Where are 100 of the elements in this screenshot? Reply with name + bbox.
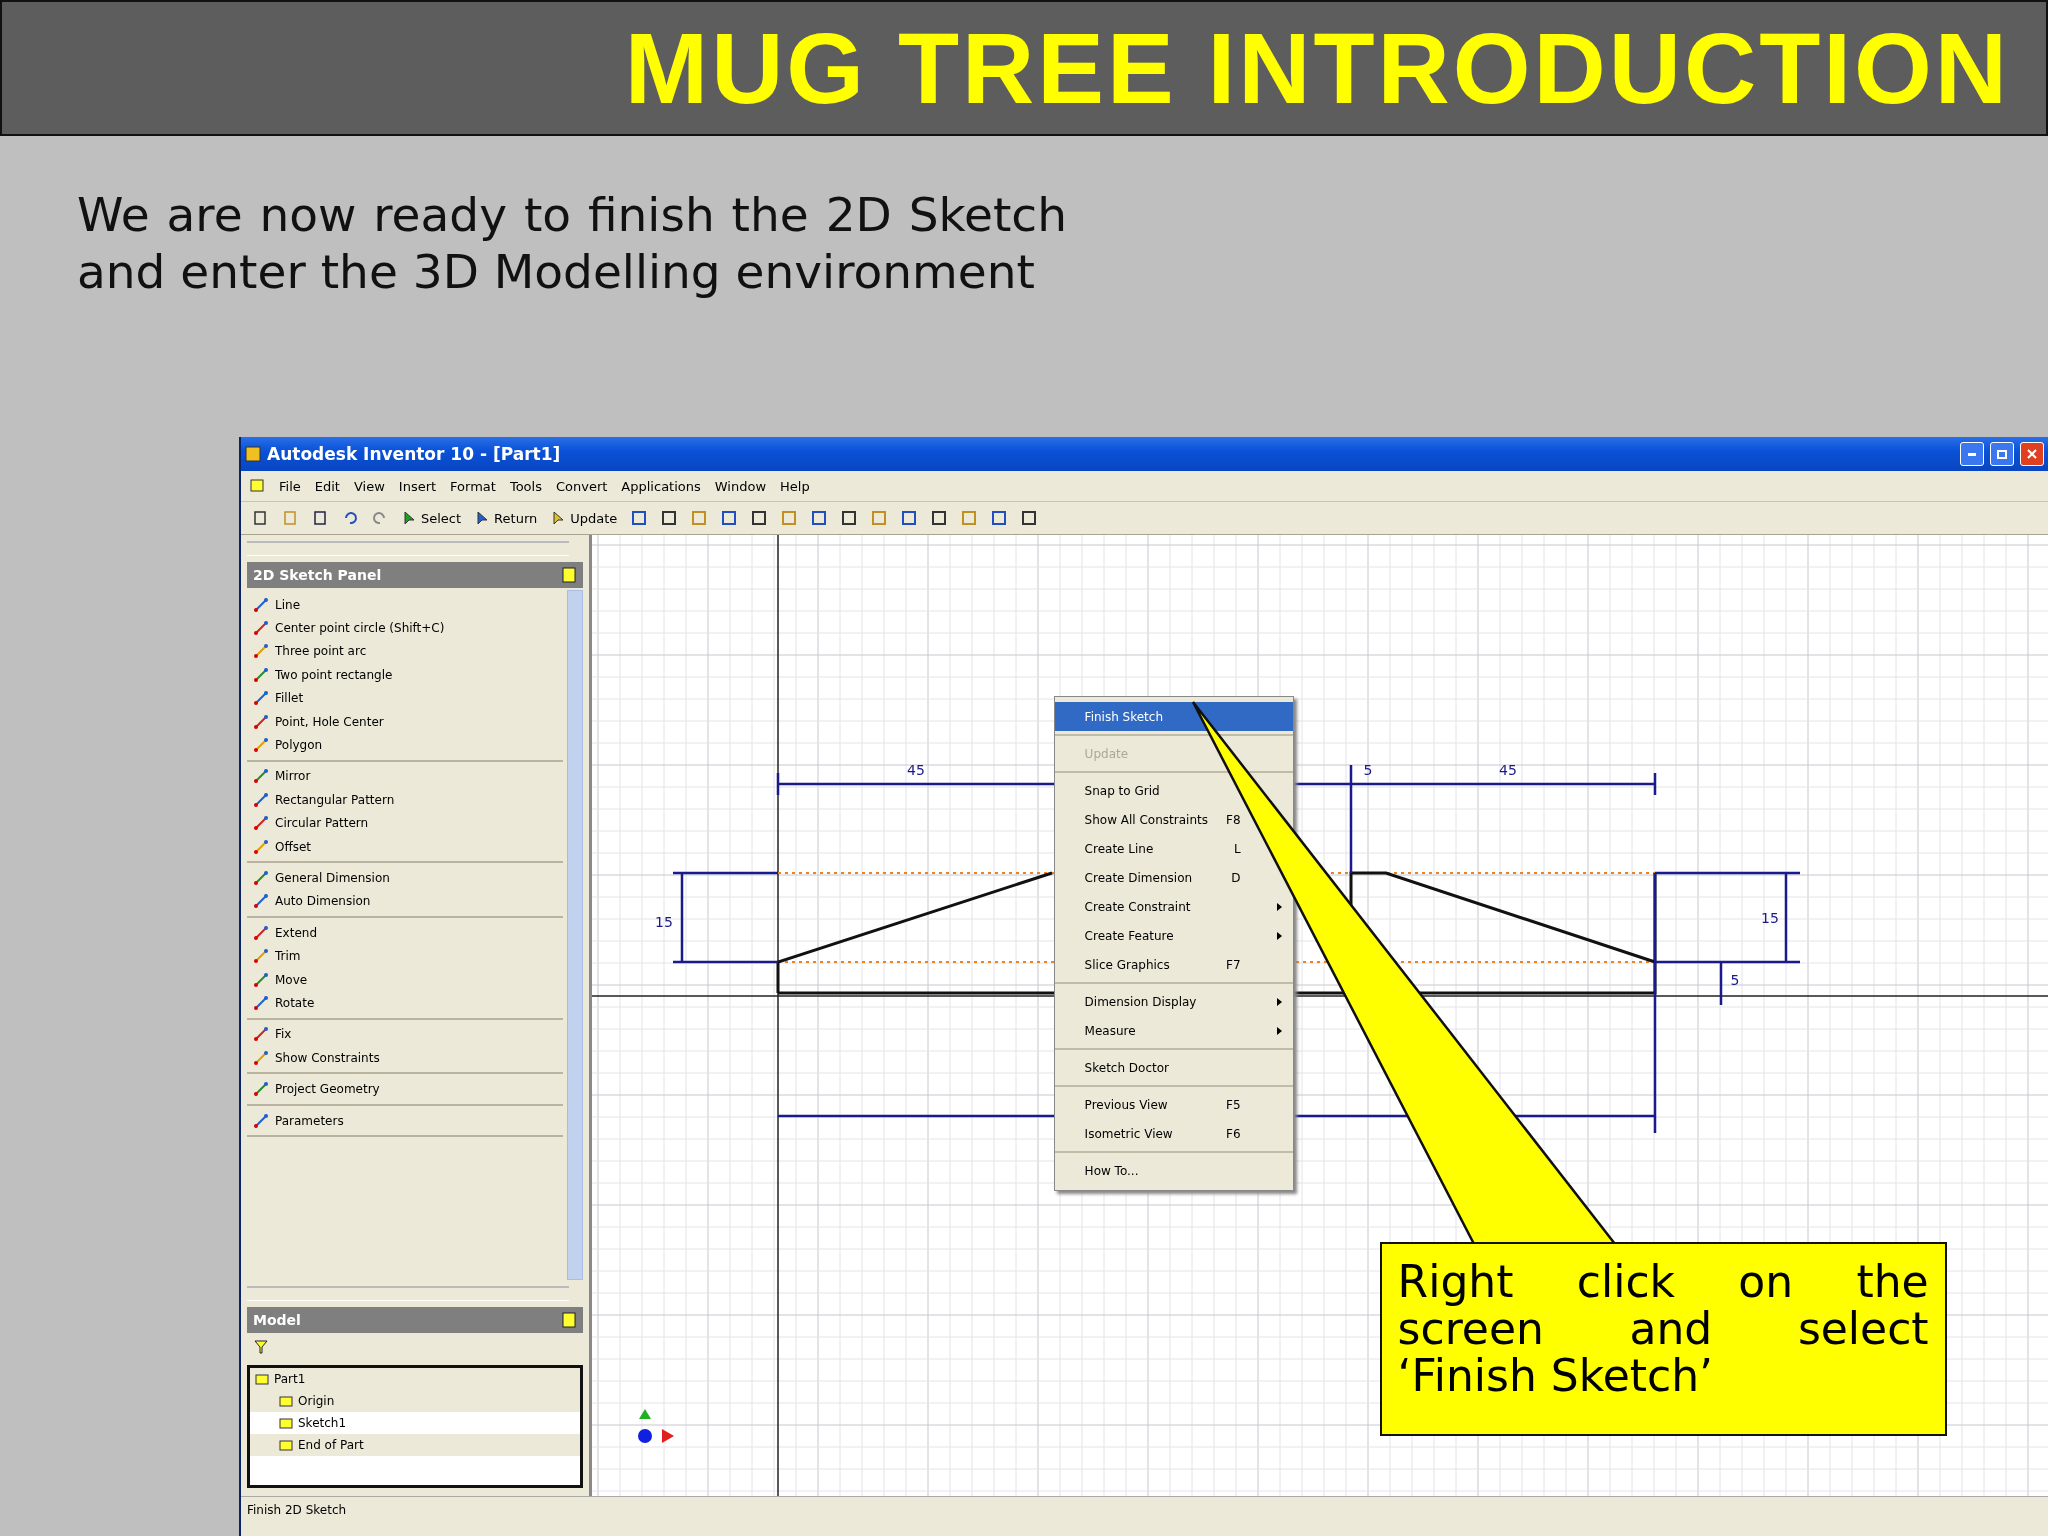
sketch-canvas[interactable]	[591, 535, 2048, 1496]
context-menu-item[interactable]: Isometric View F6	[1054, 1119, 1293, 1148]
panel-tool[interactable]: Circular Pattern	[247, 811, 563, 835]
context-menu-item[interactable]: Finish Sketch	[1054, 702, 1293, 731]
panel-tool[interactable]: Rectangular Pattern	[247, 788, 563, 812]
tree-item[interactable]: Origin	[250, 1390, 580, 1412]
menu-item[interactable]: Convert	[555, 478, 608, 494]
context-menu-item[interactable]: Slice Graphics F7	[1054, 950, 1293, 979]
tree-item[interactable]: End of Part	[250, 1434, 580, 1456]
panel-tool[interactable]: Mirror	[247, 764, 563, 789]
panel-tool[interactable]: Auto Dimension	[247, 889, 563, 914]
restore-button[interactable]	[1990, 442, 2014, 466]
menu-item[interactable]: Format	[450, 478, 496, 494]
menu-item[interactable]: Edit	[314, 478, 340, 494]
dimension-value: 15	[654, 914, 673, 930]
dimension-value: 15	[1760, 910, 1779, 926]
scrollbar[interactable]	[566, 590, 583, 1280]
panel-tool[interactable]: Show Constraints	[247, 1046, 563, 1070]
restore-icon	[1996, 448, 2008, 460]
shortcut-key: L	[1233, 841, 1241, 856]
context-menu-item[interactable]: Show All Constraints F8	[1054, 805, 1293, 834]
sketch-tool-icon	[253, 1112, 269, 1129]
view-tool-icon	[961, 510, 978, 526]
view-tool-icon	[811, 510, 828, 526]
intro-text: We are now ready to finish the 2D Sketch and enter the 3D Modelling environment	[77, 186, 1067, 300]
context-menu-item[interactable]: Measure	[1054, 1016, 1293, 1045]
submenu-arrow-icon	[1276, 902, 1282, 911]
panel-tool[interactable]: Fix	[247, 1022, 563, 1047]
panel-tool[interactable]: Three point arc	[247, 639, 563, 664]
sketch-tool-icon	[253, 924, 269, 941]
sketch-tool-icon	[253, 1049, 269, 1066]
context-menu-item[interactable]: Previous View F5	[1054, 1090, 1293, 1119]
toolbar-button[interactable]: Select	[399, 508, 465, 528]
panel-title: Model	[253, 1312, 302, 1328]
sketch-tool-icon	[253, 737, 269, 754]
panel-tool[interactable]: Project Geometry	[247, 1077, 563, 1101]
redo-icon	[372, 510, 388, 526]
context-menu-item[interactable]: Snap to Grid	[1054, 776, 1293, 805]
sketch-tool-icon	[253, 791, 269, 808]
app-icon	[245, 446, 261, 462]
panel-header[interactable]: Model	[247, 1307, 583, 1333]
document-icon	[252, 510, 268, 526]
view-tool-icon	[1021, 510, 1038, 526]
document-icon	[249, 478, 265, 494]
context-menu-item[interactable]: Create Constraint	[1054, 892, 1293, 921]
panel-tool[interactable]: Move	[247, 967, 563, 992]
sketch-tool-icon	[253, 666, 269, 683]
help-icon	[560, 567, 577, 583]
sketch-tool-icon	[253, 893, 269, 910]
panel-grip[interactable]	[247, 541, 569, 556]
minimize-button[interactable]	[1960, 442, 1984, 466]
panel-tool[interactable]: Center point circle (Shift+C)	[247, 616, 563, 640]
panel-tool[interactable]: Point, Hole Center	[247, 709, 563, 734]
menu-item[interactable]: Insert	[398, 478, 437, 494]
undo-icon	[342, 510, 358, 526]
menu-item[interactable]: File	[279, 478, 301, 494]
panel-tool[interactable]: Fillet	[247, 686, 563, 710]
context-menu-item[interactable]: Create Feature	[1054, 921, 1293, 950]
sketch-tool-icon	[253, 971, 269, 988]
panel-tool[interactable]: Rotate	[247, 991, 563, 1015]
toolbar-button[interactable]: Return	[472, 508, 541, 528]
shortcut-key: D	[1231, 870, 1241, 885]
sketch-tool-icon	[253, 838, 269, 855]
tree-node-icon	[278, 1415, 294, 1431]
view-tool-icon	[631, 510, 648, 526]
submenu-arrow-icon	[1276, 997, 1282, 1006]
shortcut-key: F6	[1226, 1126, 1241, 1141]
panel-tool[interactable]: Extend	[247, 921, 563, 945]
sketch-tool-icon	[253, 870, 269, 886]
sketch-tool-icon	[253, 948, 269, 965]
panel-tool[interactable]: General Dimension	[247, 866, 563, 890]
menu-item[interactable]: Applications	[621, 478, 701, 494]
view-tool-icon	[661, 510, 678, 526]
dimension-value: 5	[1730, 972, 1740, 988]
panel-header[interactable]: 2D Sketch Panel	[247, 562, 583, 588]
coordinate-triad-icon	[637, 1409, 674, 1443]
menu-item[interactable]: Window	[714, 478, 767, 494]
minimize-icon	[1968, 452, 1976, 456]
panel-tool[interactable]: Offset	[247, 834, 563, 859]
view-tool-icon	[871, 510, 888, 526]
context-menu-item[interactable]: Dimension Display	[1054, 987, 1293, 1016]
panel-tool[interactable]: Two point rectangle	[247, 663, 563, 687]
menu-item[interactable]: Tools	[509, 478, 542, 494]
close-button[interactable]	[2020, 442, 2044, 466]
status-text: Finish 2D Sketch	[247, 1503, 347, 1517]
dimension-value: 45	[906, 762, 925, 778]
panel-tool[interactable]: Line	[247, 593, 563, 617]
menu-item[interactable]: Help	[780, 478, 810, 494]
panel-grip[interactable]	[247, 1286, 569, 1301]
context-menu-item[interactable]: Sketch Doctor	[1054, 1053, 1293, 1082]
panel-tool[interactable]: Parameters	[247, 1108, 563, 1133]
view-tool-icon	[901, 510, 918, 526]
tree-item[interactable]: Part1	[250, 1368, 580, 1390]
toolbar-button[interactable]: Update	[548, 508, 621, 528]
panel-tool[interactable]: Polygon	[247, 733, 563, 757]
dimension-value: 45	[1498, 762, 1517, 778]
context-menu-item[interactable]: How To...	[1054, 1156, 1293, 1185]
menu-item[interactable]: View	[353, 478, 385, 494]
panel-tool[interactable]: Trim	[247, 944, 563, 968]
help-icon	[560, 1312, 577, 1328]
